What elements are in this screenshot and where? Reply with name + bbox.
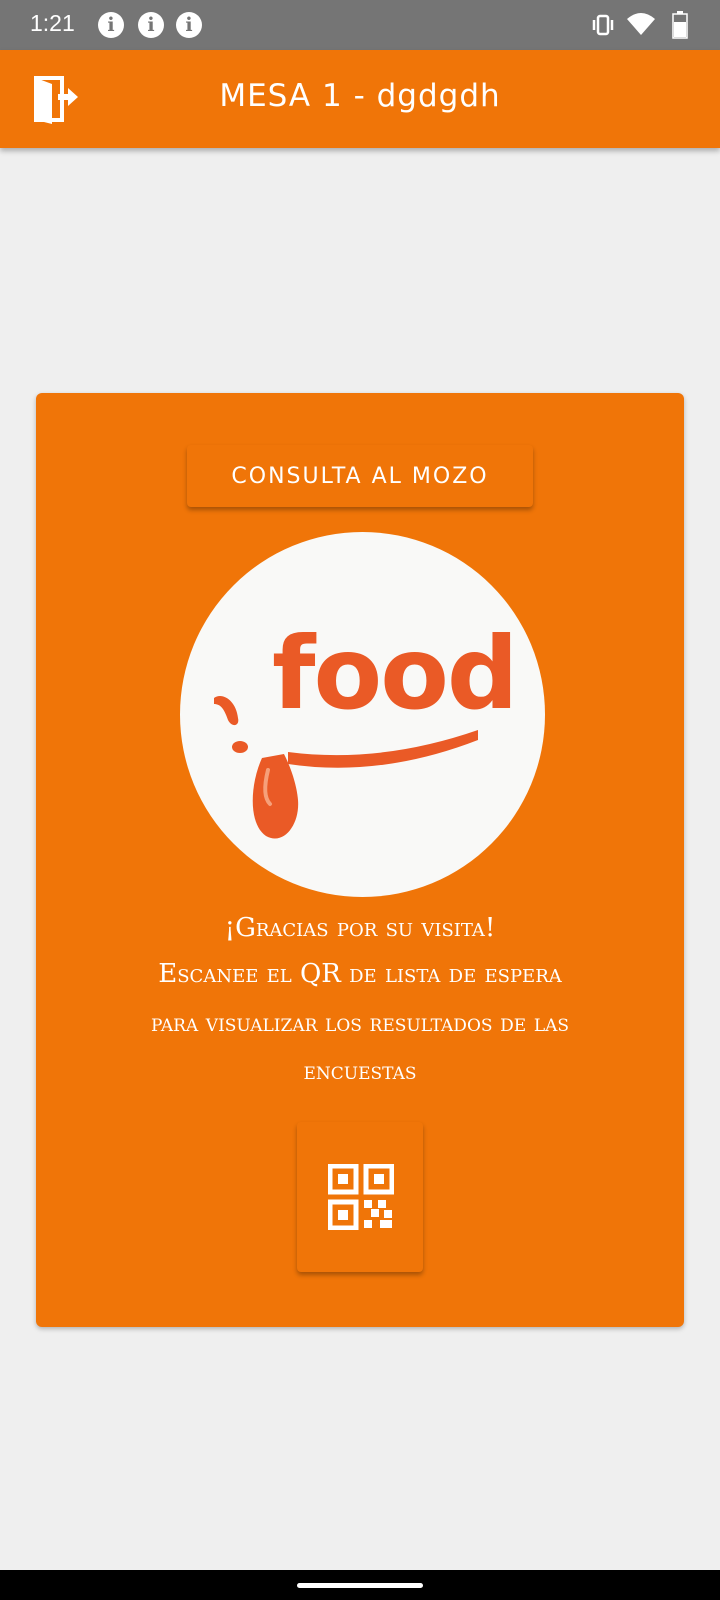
scan-instruction: Escanee el QR de lista de espera — [158, 959, 562, 989]
status-time: 1:21 — [30, 10, 75, 36]
home-gesture-handle[interactable] — [297, 1583, 423, 1588]
svg-text:food: food — [272, 615, 517, 732]
info-icon: i — [138, 12, 164, 38]
app-bar: MESA 1 - dgdgdh — [0, 50, 720, 148]
page-title: MESA 1 - dgdgdh — [219, 78, 501, 114]
thanks-message: ¡Gracias por su visita! — [224, 913, 496, 943]
wifi-icon — [627, 13, 655, 35]
main-card: CONSULTA AL MOZO food ¡Gracias por su vi… — [36, 393, 684, 1327]
info-icon: i — [98, 12, 124, 38]
battery-icon — [672, 11, 688, 39]
status-bar: 1:21 i i i — [0, 0, 720, 50]
food-logo: food — [180, 532, 545, 897]
qr-scan-button[interactable] — [297, 1122, 423, 1272]
system-nav-bar — [0, 1570, 720, 1600]
qr-code-icon — [328, 1164, 394, 1230]
vibrate-icon — [592, 14, 614, 36]
scan-instruction-line2: para visualizar los resultados de las — [150, 1009, 570, 1037]
info-icon: i — [176, 12, 202, 38]
consult-waiter-button[interactable]: CONSULTA AL MOZO — [187, 445, 533, 507]
scan-instruction-line3: encuestas — [303, 1057, 417, 1085]
